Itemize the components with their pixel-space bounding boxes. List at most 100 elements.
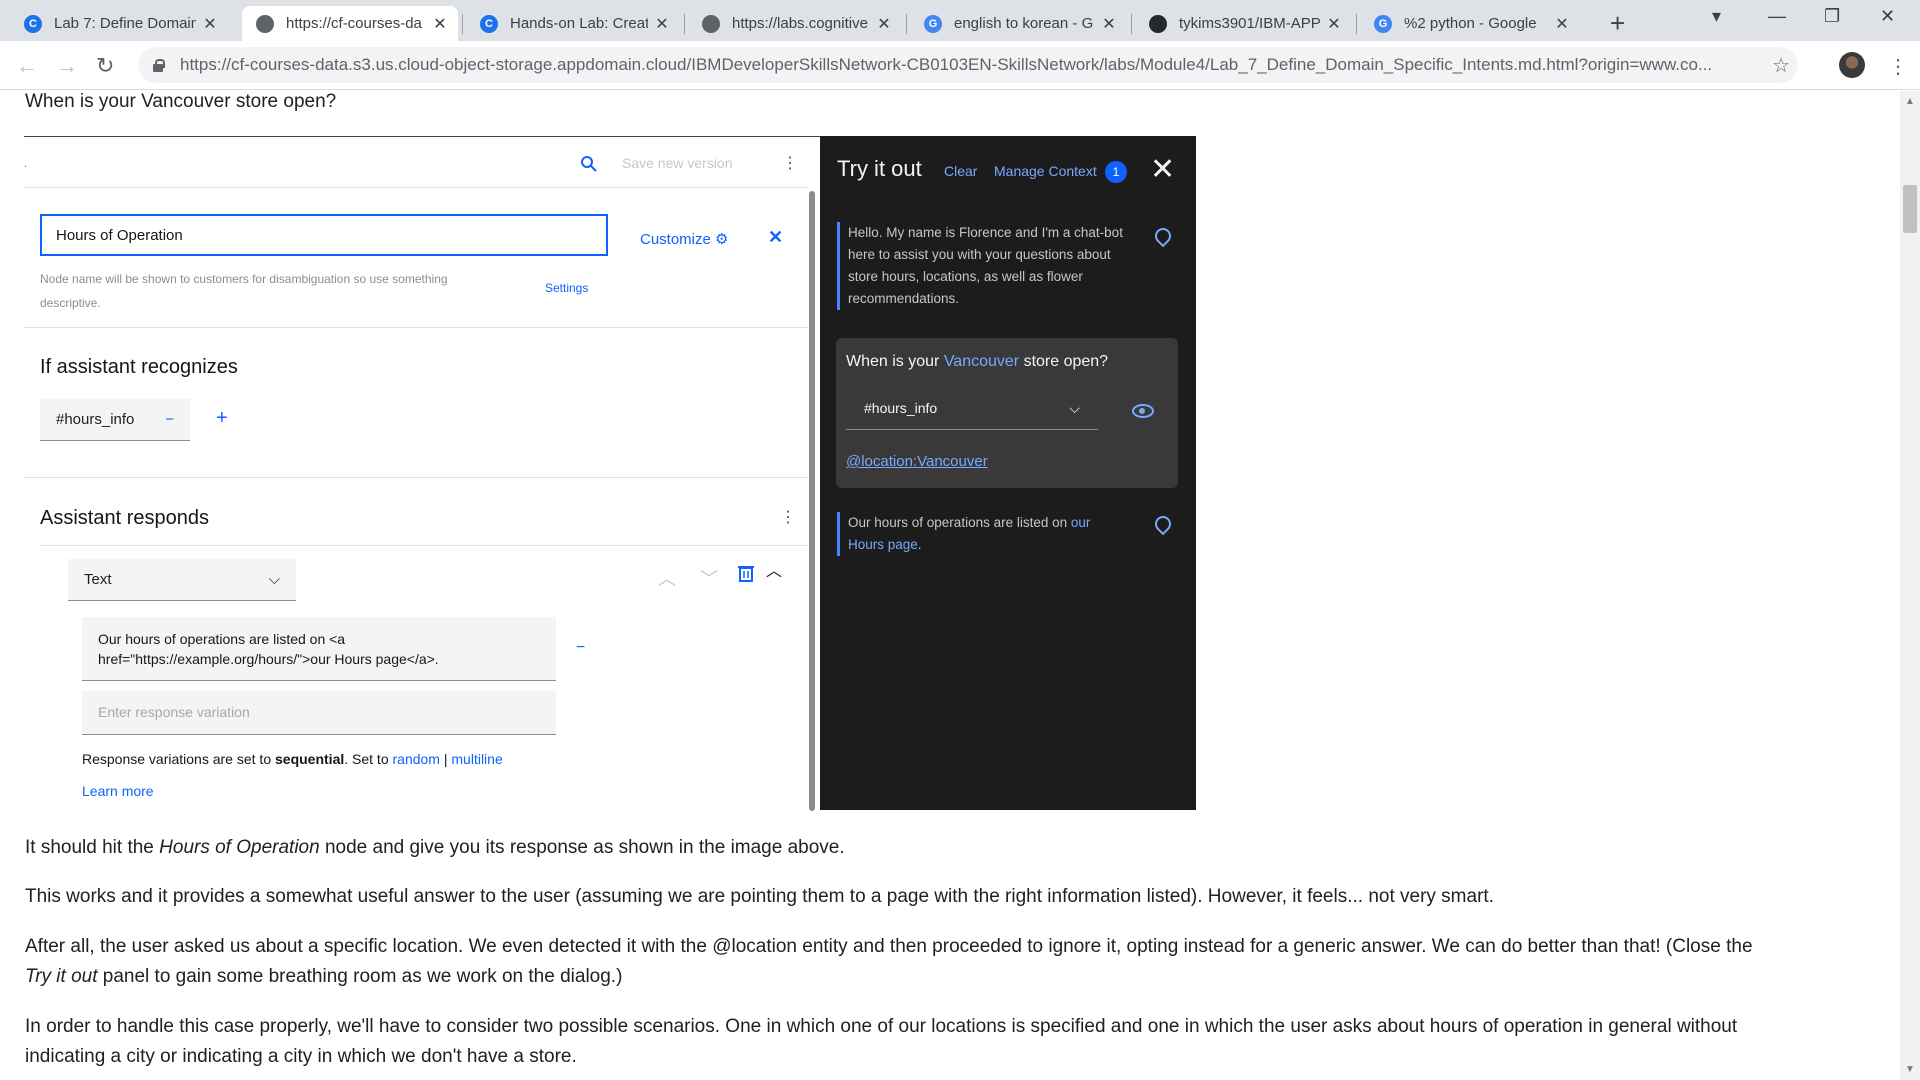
manage-context-button[interactable]: Manage Context — [994, 163, 1097, 179]
lock-icon — [152, 59, 165, 72]
reload-button[interactable]: ↻ — [96, 53, 114, 79]
variation-input[interactable]: Enter response variation — [82, 691, 556, 735]
browser-tab[interactable]: https://labs.cognitive ✕ — [688, 6, 902, 41]
multiline-link[interactable]: multiline — [451, 751, 502, 767]
context-count-badge: 1 — [1105, 161, 1127, 183]
trash-icon[interactable] — [738, 564, 754, 582]
location-pin-icon[interactable] — [1151, 224, 1175, 248]
search-icon[interactable] — [580, 155, 598, 173]
learn-more-link[interactable]: Learn more — [82, 783, 154, 799]
try-it-out-panel: Try it out Clear Manage Context 1 ✕ Hell… — [820, 136, 1196, 810]
forward-button[interactable]: → — [56, 53, 78, 79]
variations-text-2: . Set to — [344, 751, 393, 767]
paragraph-3: After all, the user asked us about a spe… — [25, 932, 1875, 992]
tab-close-icon[interactable]: ✕ — [1326, 14, 1342, 34]
p3-em: Try it out — [25, 966, 98, 987]
bookmark-star-icon[interactable]: ☆ — [1772, 53, 1790, 78]
close-node-icon[interactable]: ✕ — [768, 227, 783, 248]
collapse-icon[interactable]: ︿ — [766, 557, 782, 581]
tab-bar: C Lab 7: Define Domain ✕ https://cf-courses… — [0, 0, 1920, 41]
tab-favicon-icon: G — [924, 14, 942, 33]
dialog-node-editor: . Save new version ⋮ Hours of Operation … — [24, 136, 824, 811]
tab-title: tykims3901/IBM-APPL — [1179, 15, 1320, 32]
back-button[interactable]: ← — [16, 53, 38, 79]
move-down-icon[interactable]: ﹀ — [700, 565, 718, 591]
scroll-up-icon[interactable]: ▲ — [1905, 96, 1915, 107]
tab-close-icon[interactable]: ✕ — [1554, 14, 1570, 34]
browser-tab[interactable]: C Lab 7: Define Domain ✕ — [10, 6, 228, 41]
response-remove-button[interactable]: − — [576, 639, 585, 657]
page-scrollbar[interactable] — [1900, 91, 1920, 1080]
settings-link[interactable]: Settings — [545, 281, 588, 295]
p3-text: After all, the user asked us about a spe… — [25, 936, 1753, 957]
p1-em: Hours of Operation — [159, 837, 320, 858]
tab-close-icon[interactable]: ✕ — [876, 14, 892, 34]
responds-heading: Assistant responds — [40, 507, 209, 529]
tab-close-icon[interactable]: ✕ — [202, 14, 218, 34]
browser-tab[interactable]: C Hands-on Lab: Creati ✕ — [466, 6, 680, 41]
browser-tab[interactable]: https://cf-courses-da ✕ — [242, 6, 458, 41]
tab-close-icon[interactable]: ✕ — [1101, 14, 1117, 34]
screenshot-figure: . Save new version ⋮ Hours of Operation … — [24, 136, 1196, 811]
tab-close-icon[interactable]: ✕ — [432, 14, 448, 34]
move-up-icon[interactable]: ︿ — [658, 565, 676, 591]
tab-favicon-icon — [702, 14, 720, 33]
scroll-down-icon[interactable]: ▼ — [1905, 1064, 1915, 1075]
browser-menu-icon[interactable]: ⋮ — [1888, 54, 1908, 79]
tab-favicon-icon — [256, 14, 274, 33]
paragraph-1: It should hit the Hours of Operation nod… — [25, 833, 845, 863]
gear-icon: ⚙ — [715, 231, 729, 248]
save-new-version-button[interactable]: Save new version — [622, 155, 733, 171]
window-close-button[interactable]: ✕ — [1880, 6, 1895, 27]
condition-chip[interactable]: #hours_info − — [40, 399, 190, 441]
tab-favicon-icon: G — [1374, 14, 1392, 33]
user-question-text: When is your — [846, 353, 944, 370]
response-type-select[interactable]: Text ⌵ — [68, 559, 296, 601]
clear-button[interactable]: Clear — [944, 163, 977, 179]
response-type-value: Text — [84, 571, 112, 588]
recognizes-heading: If assistant recognizes — [40, 356, 238, 378]
minimize-button[interactable]: — — [1768, 6, 1786, 27]
variations-text: Response variations are set to — [82, 751, 275, 767]
restore-button[interactable]: ❐ — [1824, 6, 1840, 27]
p3-text-2: panel to gain some breathing room as we … — [97, 966, 623, 987]
tab-favicon-icon: C — [24, 14, 42, 33]
user-message-card: When is your Vancouver store open? #hour… — [836, 338, 1178, 488]
separator: | — [443, 751, 448, 767]
condition-remove-button[interactable]: − — [165, 411, 174, 428]
variations-mode: sequential — [275, 751, 345, 767]
editor-scrollbar[interactable] — [809, 191, 815, 811]
bot-answer-text: Our hours of operations are listed on — [848, 515, 1071, 530]
tab-favicon-icon: C — [480, 14, 498, 33]
tab-close-icon[interactable]: ✕ — [654, 14, 670, 34]
tab-title: %2 python - Google — [1404, 15, 1537, 32]
new-tab-button[interactable]: + — [1610, 8, 1625, 39]
overflow-menu-icon[interactable]: ⋮ — [782, 153, 798, 173]
eye-icon[interactable] — [1132, 404, 1154, 418]
location-pin-icon[interactable] — [1151, 512, 1175, 536]
condition-intent: #hours_info — [56, 411, 135, 428]
p4-text-2: indicating a city or indicating a city i… — [25, 1046, 577, 1067]
avatar[interactable] — [1839, 52, 1865, 78]
intent-dropdown[interactable]: #hours_info ⌵ — [846, 388, 1098, 430]
close-panel-icon[interactable]: ✕ — [1150, 152, 1175, 187]
chevron-down-icon: ⌵ — [268, 571, 280, 588]
entity-link[interactable]: @location:Vancouver — [846, 453, 988, 470]
url-text[interactable]: https://cf-courses-data.s3.us.cloud-obje… — [180, 55, 1772, 75]
random-link[interactable]: random — [393, 751, 440, 767]
profile-dropdown-icon[interactable]: ▾ — [1712, 6, 1721, 27]
condition-add-button[interactable]: + — [216, 407, 228, 430]
customize-button[interactable]: Customize ⚙ — [640, 230, 728, 248]
node-name-hint: Node name will be shown to customers for… — [40, 272, 448, 310]
browser-tab[interactable]: tykims3901/IBM-APPL ✕ — [1135, 6, 1352, 41]
response-textarea[interactable]: Our hours of operations are listed on <a… — [82, 617, 556, 681]
scroll-thumb[interactable] — [1903, 185, 1917, 233]
browser-tab[interactable]: Genglish to korean - G ✕ — [910, 6, 1127, 41]
responses-menu-icon[interactable]: ⋮ — [780, 507, 796, 527]
node-name-input[interactable]: Hours of Operation — [40, 214, 608, 256]
tab-separator — [462, 14, 463, 34]
address-bar[interactable]: https://cf-courses-data.s3.us.cloud-obje… — [138, 47, 1798, 83]
browser-toolbar: ← → ↻ https://cf-courses-data.s3.us.clou… — [0, 41, 1920, 90]
browser-tab[interactable]: G %2 python - Google ✕ — [1360, 6, 1580, 41]
chevron-down-icon: ⌵ — [1069, 400, 1080, 416]
